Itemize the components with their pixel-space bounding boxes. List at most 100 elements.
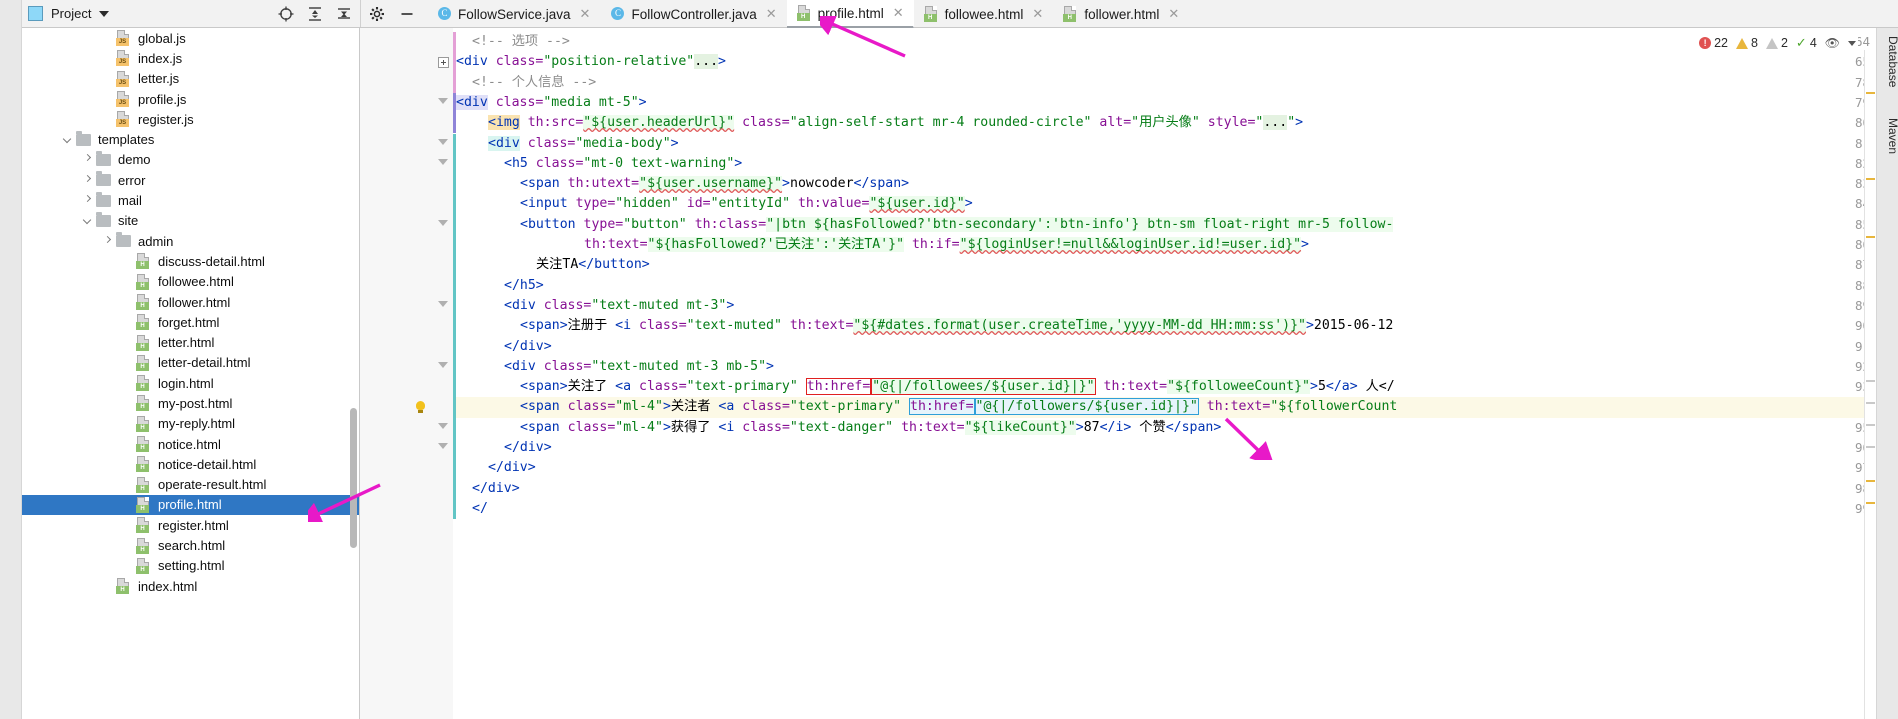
fold-collapse-icon[interactable] [438, 443, 448, 449]
minimize-icon[interactable] [399, 6, 415, 22]
editor-tab-followee-html[interactable]: Hfollowee.html ✕ [914, 0, 1054, 28]
intention-bulb-icon[interactable] [415, 401, 427, 414]
eye-icon[interactable]: 👁 [1825, 36, 1840, 50]
code-line[interactable]: <span class="ml-4">关注者 <a class="text-pr… [456, 397, 1876, 418]
editor-tab-profile-html[interactable]: Hprofile.html ✕ [786, 0, 914, 28]
marker-warning[interactable] [1866, 236, 1875, 238]
tree-item[interactable]: Hoperate-result.html [22, 475, 359, 495]
close-icon[interactable]: ✕ [1032, 6, 1043, 22]
editor-tab-FollowController-java[interactable]: C FollowController.java ✕ [600, 0, 786, 28]
editor-tab-FollowService-java[interactable]: C FollowService.java ✕ [427, 0, 600, 28]
tool-window-maven[interactable]: Maven [1876, 118, 1898, 154]
tree-item[interactable]: Hfollowee.html [22, 272, 359, 292]
close-icon[interactable]: ✕ [766, 6, 777, 22]
code-line[interactable]: <img th:src="${user.headerUrl}" class="a… [456, 113, 1876, 133]
code-line[interactable]: <div class="text-muted mt-3"> [456, 296, 1876, 316]
fold-collapse-icon[interactable] [438, 97, 448, 104]
tree-item[interactable]: Hletter-detail.html [22, 353, 359, 373]
code-line[interactable]: <span th:utext="${user.username}">nowcod… [456, 174, 1876, 194]
marker-info[interactable] [1866, 402, 1875, 404]
code-line[interactable]: </h5> [456, 276, 1876, 296]
code-line[interactable]: </ [456, 499, 1876, 519]
chevron-right-icon[interactable] [82, 154, 93, 165]
expand-all-icon[interactable] [307, 6, 323, 22]
code-line[interactable]: <!-- 选项 --> [456, 32, 1876, 52]
tool-window-database[interactable]: Database [1876, 36, 1898, 87]
tree-item[interactable]: JS index.js [22, 48, 359, 68]
chevron-right-icon[interactable] [82, 175, 93, 186]
tree-item[interactable]: Hnotice-detail.html [22, 454, 359, 474]
chevron-down-icon[interactable] [1848, 40, 1856, 46]
tree-item[interactable]: site [22, 211, 359, 231]
code-line[interactable]: <button type="button" th:class="|btn ${h… [456, 215, 1876, 235]
fold-collapse-icon[interactable] [438, 219, 448, 226]
editor-code-area[interactable]: <!-- 选项 --> <div class="position-relative… [456, 28, 1876, 719]
fold-collapse-icon[interactable] [438, 138, 448, 145]
marker-warning[interactable] [1866, 92, 1875, 94]
tree-item[interactable]: JS register.js [22, 109, 359, 129]
code-line[interactable]: </div> [456, 438, 1876, 458]
code-line[interactable]: <span>关注了 <a class="text-primary" th:hre… [456, 377, 1876, 397]
tree-item[interactable]: templates [22, 129, 359, 149]
collapse-all-icon[interactable] [336, 6, 352, 22]
tree-item[interactable]: Hdiscuss-detail.html [22, 251, 359, 271]
close-icon[interactable]: ✕ [580, 6, 591, 22]
fold-expand-icon[interactable] [438, 57, 449, 69]
code-line[interactable]: <h5 class="mt-0 text-warning"> [456, 154, 1876, 174]
chevron-right-icon[interactable] [102, 236, 113, 247]
fold-collapse-icon[interactable] [438, 361, 448, 368]
code-line[interactable]: <input type="hidden" id="entityId" th:va… [456, 194, 1876, 214]
marker-info[interactable] [1866, 424, 1875, 426]
code-line[interactable]: 关注TA</button> [456, 255, 1876, 275]
tree-item[interactable]: Hlogin.html [22, 373, 359, 393]
code-line[interactable]: <div class="media-body"> [456, 134, 1876, 154]
marker-warning[interactable] [1866, 178, 1875, 180]
code-editor[interactable]: 6465787980818283848586878889909192939495… [360, 28, 1876, 719]
close-icon[interactable]: ✕ [1168, 6, 1179, 22]
weak-warning-group[interactable]: 2 [1765, 36, 1788, 50]
tree-item[interactable]: error [22, 170, 359, 190]
inspection-ok-group[interactable]: ✓ 4 [1796, 35, 1817, 51]
tree-item[interactable]: JS global.js [22, 28, 359, 48]
fold-collapse-icon[interactable] [438, 158, 448, 165]
error-group[interactable]: ! 22 [1699, 36, 1728, 50]
editor-tab-follower-html[interactable]: Hfollower.html ✕ [1053, 0, 1189, 28]
tree-item[interactable]: Hmy-reply.html [22, 414, 359, 434]
code-line[interactable]: <!-- 个人信息 --> [456, 73, 1876, 93]
warning-group[interactable]: 8 [1736, 36, 1758, 50]
fold-collapse-icon[interactable] [438, 300, 448, 307]
project-file-tree[interactable]: JS global.js JS index.js JS letter.js JS profil… [22, 28, 359, 719]
editor-marker-bar[interactable] [1864, 50, 1876, 719]
tree-item[interactable]: Hfollower.html [22, 292, 359, 312]
code-line[interactable]: <div class="text-muted mt-3 mb-5"> [456, 357, 1876, 377]
chevron-down-icon[interactable] [82, 215, 93, 226]
chevron-down-icon[interactable] [99, 10, 110, 17]
gear-icon[interactable] [369, 6, 385, 22]
code-line[interactable]: </div> [456, 337, 1876, 357]
tree-item[interactable]: Hsearch.html [22, 535, 359, 555]
tree-item[interactable]: Hnotice.html [22, 434, 359, 454]
fold-collapse-icon[interactable] [438, 422, 448, 429]
close-icon[interactable]: ✕ [893, 5, 904, 21]
marker-warning[interactable] [1866, 480, 1875, 482]
code-line[interactable]: <div class="media mt-5"> [456, 93, 1876, 113]
tree-item[interactable]: Hregister.html [22, 515, 359, 535]
tree-item[interactable]: JS letter.js [22, 69, 359, 89]
tree-item[interactable]: Hsetting.html [22, 556, 359, 576]
marker-info[interactable] [1866, 380, 1875, 382]
code-line[interactable]: </div> [456, 458, 1876, 478]
sidebar-scrollbar[interactable] [350, 408, 357, 548]
chevron-right-icon[interactable] [82, 195, 93, 206]
tree-item[interactable]: Hletter.html [22, 332, 359, 352]
marker-warning[interactable] [1866, 502, 1875, 504]
inspection-widget[interactable]: ! 22 8 2 ✓ 4 👁 [1697, 34, 1858, 52]
code-line[interactable]: <div class="position-relative"...> [456, 52, 1876, 72]
code-line[interactable]: <span class="ml-4">获得了 <i class="text-da… [456, 418, 1876, 438]
tree-item-selected[interactable]: Hprofile.html [22, 494, 359, 516]
tree-item[interactable]: Hforget.html [22, 312, 359, 332]
chevron-down-icon[interactable] [62, 134, 73, 145]
tree-item[interactable]: Hindex.html [22, 576, 359, 596]
tree-item[interactable]: JS profile.js [22, 89, 359, 109]
tree-item[interactable]: admin [22, 231, 359, 251]
code-line[interactable]: th:text="${hasFollowed?'已关注':'关注TA'}" th… [456, 235, 1876, 255]
